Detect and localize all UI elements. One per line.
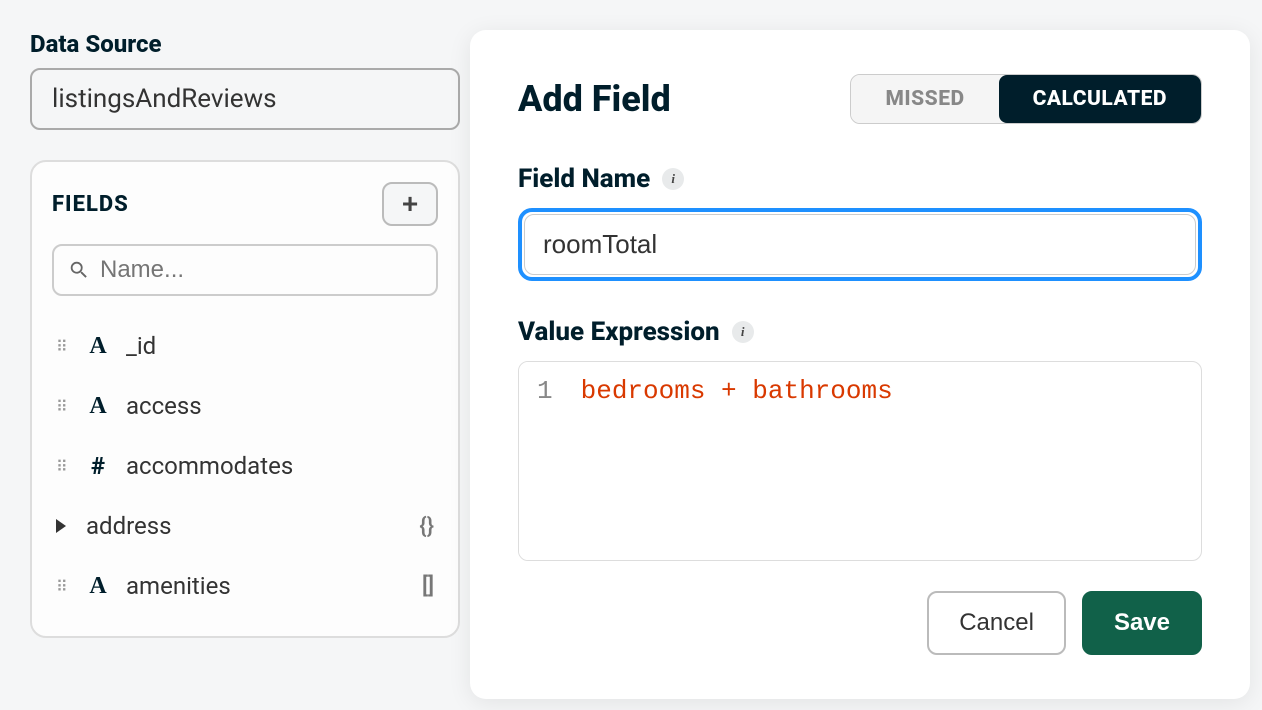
drag-handle-icon[interactable]: ⠿ (56, 457, 70, 476)
tab-missed[interactable]: MISSED (851, 75, 998, 123)
type-string-icon: A (86, 333, 110, 360)
value-expression-label: Value Expression (518, 317, 720, 347)
field-item[interactable]: ⠿ # accommodates (52, 436, 438, 496)
data-source-label: Data Source (30, 30, 161, 58)
field-item[interactable]: address {} (52, 496, 438, 556)
modal-title: Add Field (518, 78, 671, 120)
value-expression-editor[interactable]: 1 bedrooms + bathrooms (518, 361, 1202, 561)
field-item[interactable]: ⠿ A amenities [] (52, 556, 438, 616)
fields-search-wrap[interactable] (52, 244, 438, 296)
field-name-label: access (126, 392, 202, 420)
info-icon[interactable]: i (662, 168, 684, 190)
data-source-select[interactable]: listingsAndReviews (30, 68, 460, 130)
fields-search-input[interactable] (100, 256, 422, 284)
tab-calculated[interactable]: CALCULATED (999, 75, 1201, 123)
search-icon (68, 259, 90, 281)
code-content[interactable]: bedrooms + bathrooms (571, 362, 1201, 560)
type-string-icon: A (86, 573, 110, 600)
save-button[interactable]: Save (1082, 591, 1202, 655)
type-object-icon: {} (419, 514, 434, 539)
field-item[interactable]: ⠿ A _id (52, 316, 438, 376)
drag-handle-icon[interactable]: ⠿ (56, 337, 70, 356)
fields-panel-title: FIELDS (52, 192, 129, 217)
field-name-label: _id (126, 332, 156, 360)
drag-handle-icon[interactable]: ⠿ (56, 397, 70, 416)
field-name-label: amenities (126, 572, 231, 600)
type-array-icon: [] (422, 574, 434, 599)
chevron-right-icon[interactable] (56, 519, 66, 533)
fields-panel: FIELDS + ⠿ A _id ⠿ A access ⠿ # accommod… (30, 160, 460, 638)
cancel-button[interactable]: Cancel (927, 591, 1066, 655)
field-name-label: accommodates (126, 452, 293, 480)
info-icon[interactable]: i (732, 321, 754, 343)
line-number: 1 (519, 362, 571, 560)
field-name-input[interactable] (524, 214, 1196, 275)
field-type-tabs: MISSED CALCULATED (850, 74, 1202, 124)
field-name-label: address (86, 512, 172, 540)
add-field-modal: Add Field MISSED CALCULATED Field Name i… (470, 30, 1250, 699)
type-string-icon: A (86, 393, 110, 420)
add-field-button[interactable]: + (382, 182, 438, 226)
drag-handle-icon[interactable]: ⠿ (56, 577, 70, 596)
field-item[interactable]: ⠿ A access (52, 376, 438, 436)
field-name-label: Field Name (518, 164, 650, 194)
type-number-icon: # (86, 452, 110, 480)
